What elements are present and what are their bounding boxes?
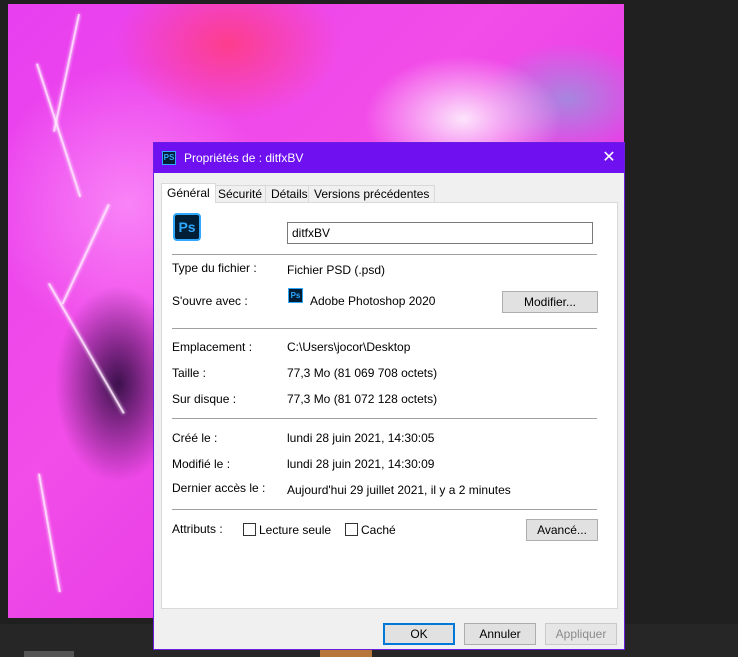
tab-previous-versions[interactable]: Versions précédentes — [308, 185, 436, 202]
taskbar-item[interactable] — [320, 650, 372, 657]
separator — [172, 328, 597, 329]
lightning-decor — [48, 283, 125, 414]
separator — [172, 509, 597, 510]
cancel-button[interactable]: Annuler — [464, 623, 536, 645]
size-label: Taille : — [172, 366, 207, 380]
location-value: C:\Users\jocor\Desktop — [287, 340, 411, 354]
tab-security[interactable]: Sécurité — [212, 185, 269, 202]
attributes-label: Attributs : — [172, 522, 223, 536]
file-type-value: Fichier PSD (.psd) — [287, 263, 386, 277]
photoshop-icon: Ps — [288, 288, 303, 303]
size-on-disk-value: 77,3 Mo (81 072 128 octets) — [287, 392, 438, 406]
hidden-checkbox[interactable] — [345, 523, 358, 536]
lightning-decor — [38, 473, 61, 593]
photoshop-file-icon: Ps — [173, 213, 201, 241]
properties-dialog: PS Propriétés de : ditfxBV ✕ Général Séc… — [153, 142, 625, 650]
filename-field[interactable] — [287, 222, 593, 244]
photoshop-icon: PS — [162, 151, 176, 165]
lightning-decor — [36, 63, 82, 198]
separator — [172, 254, 597, 255]
title-bar[interactable]: PS Propriétés de : ditfxBV ✕ — [154, 143, 624, 173]
created-value: lundi 28 juin 2021, 14:30:05 — [287, 431, 435, 445]
file-type-label: Type du fichier : — [172, 261, 257, 275]
location-label: Emplacement : — [172, 340, 253, 354]
lightning-decor — [53, 14, 80, 132]
modified-label: Modifié le : — [172, 457, 231, 471]
size-value: 77,3 Mo (81 069 708 octets) — [287, 366, 438, 380]
opens-with-label: S'ouvre avec : — [172, 294, 248, 308]
readonly-checkbox[interactable] — [243, 523, 256, 536]
tab-details[interactable]: Détails — [265, 185, 314, 202]
modified-value: lundi 28 juin 2021, 14:30:09 — [287, 457, 435, 471]
opens-with-value: Adobe Photoshop 2020 — [310, 294, 436, 308]
readonly-label[interactable]: Lecture seule — [259, 523, 331, 537]
general-panel: Ps Type du fichier : Fichier PSD (.psd) … — [161, 202, 618, 609]
accessed-value: Aujourd'hui 29 juillet 2021, il y a 2 mi… — [287, 483, 511, 497]
close-icon[interactable]: ✕ — [594, 143, 624, 173]
ok-button[interactable]: OK — [383, 623, 455, 645]
advanced-button[interactable]: Avancé... — [526, 519, 598, 541]
taskbar-item[interactable] — [24, 651, 74, 657]
accessed-label: Dernier accès le : — [172, 481, 266, 495]
apply-button[interactable]: Appliquer — [545, 623, 617, 645]
modify-button[interactable]: Modifier... — [502, 291, 598, 313]
created-label: Créé le : — [172, 431, 218, 445]
hidden-label[interactable]: Caché — [361, 523, 396, 537]
separator — [172, 418, 597, 419]
dialog-title: Propriétés de : ditfxBV — [184, 151, 304, 165]
lightning-decor — [61, 204, 110, 305]
size-on-disk-label: Sur disque : — [172, 392, 237, 406]
tab-general[interactable]: Général — [161, 183, 216, 203]
